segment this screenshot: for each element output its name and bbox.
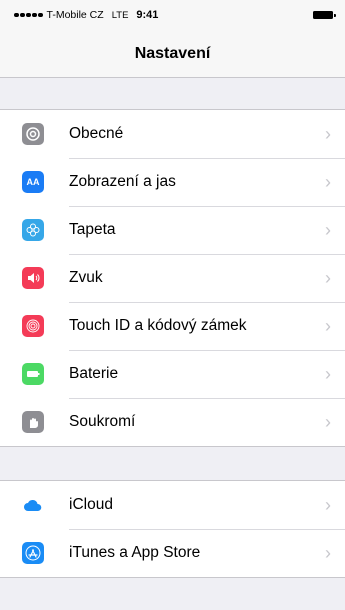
chevron-right-icon: › bbox=[325, 543, 331, 563]
page-title: Nastavení bbox=[134, 44, 211, 62]
chevron-right-icon: › bbox=[325, 495, 331, 515]
row-label: Baterie bbox=[69, 365, 119, 382]
row-label: Touch ID a kódový zámek bbox=[69, 317, 247, 334]
settings-row-display[interactable]: AA Zobrazení a jas › bbox=[0, 158, 345, 206]
row-label: Zobrazení a jas bbox=[69, 173, 176, 190]
settings-row-icloud[interactable]: iCloud › bbox=[0, 481, 345, 529]
chevron-right-icon: › bbox=[325, 412, 331, 432]
row-label: iCloud bbox=[69, 496, 113, 513]
fingerprint-icon bbox=[22, 315, 44, 337]
settings-group-main: Obecné › AA Zobrazení a jas › Tapeta › Z… bbox=[0, 109, 345, 447]
settings-row-privacy[interactable]: Soukromí › bbox=[0, 398, 345, 446]
chevron-right-icon: › bbox=[325, 124, 331, 144]
hand-icon bbox=[22, 411, 44, 433]
row-label: iTunes a App Store bbox=[69, 544, 201, 561]
row-label: Tapeta bbox=[69, 221, 116, 238]
gear-icon bbox=[22, 123, 44, 145]
settings-row-touch-id[interactable]: Touch ID a kódový zámek › bbox=[0, 302, 345, 350]
clock: 9:41 bbox=[136, 9, 159, 21]
app-store-icon bbox=[22, 542, 44, 564]
text-size-icon: AA bbox=[22, 171, 44, 193]
row-label: Soukromí bbox=[69, 413, 136, 430]
carrier-name: T-Mobile CZ bbox=[46, 9, 104, 21]
row-label: Zvuk bbox=[69, 269, 103, 286]
settings-row-wallpaper[interactable]: Tapeta › bbox=[0, 206, 345, 254]
status-left: T-Mobile CZ LTE 9:41 bbox=[14, 9, 158, 21]
signal-strength-icon bbox=[14, 12, 43, 18]
battery-icon bbox=[22, 363, 44, 385]
chevron-right-icon: › bbox=[325, 316, 331, 336]
settings-group-accounts: iCloud › iTunes a App Store › bbox=[0, 480, 345, 578]
chevron-right-icon: › bbox=[325, 268, 331, 288]
network-type: LTE bbox=[111, 9, 129, 21]
settings-row-itunes-app-store[interactable]: iTunes a App Store › bbox=[0, 529, 345, 577]
speaker-icon bbox=[22, 267, 44, 289]
settings-row-battery[interactable]: Baterie › bbox=[0, 350, 345, 398]
row-label: Obecné bbox=[69, 125, 124, 142]
wallpaper-flower-icon bbox=[22, 219, 44, 241]
chevron-right-icon: › bbox=[325, 172, 331, 192]
cloud-icon bbox=[22, 494, 44, 516]
settings-row-sound[interactable]: Zvuk › bbox=[0, 254, 345, 302]
chevron-right-icon: › bbox=[325, 220, 331, 240]
navigation-bar: Nastavení bbox=[0, 30, 345, 78]
battery-status-icon bbox=[313, 11, 336, 19]
status-bar: T-Mobile CZ LTE 9:41 bbox=[0, 0, 345, 30]
chevron-right-icon: › bbox=[325, 364, 331, 384]
settings-row-general[interactable]: Obecné › bbox=[0, 110, 345, 158]
